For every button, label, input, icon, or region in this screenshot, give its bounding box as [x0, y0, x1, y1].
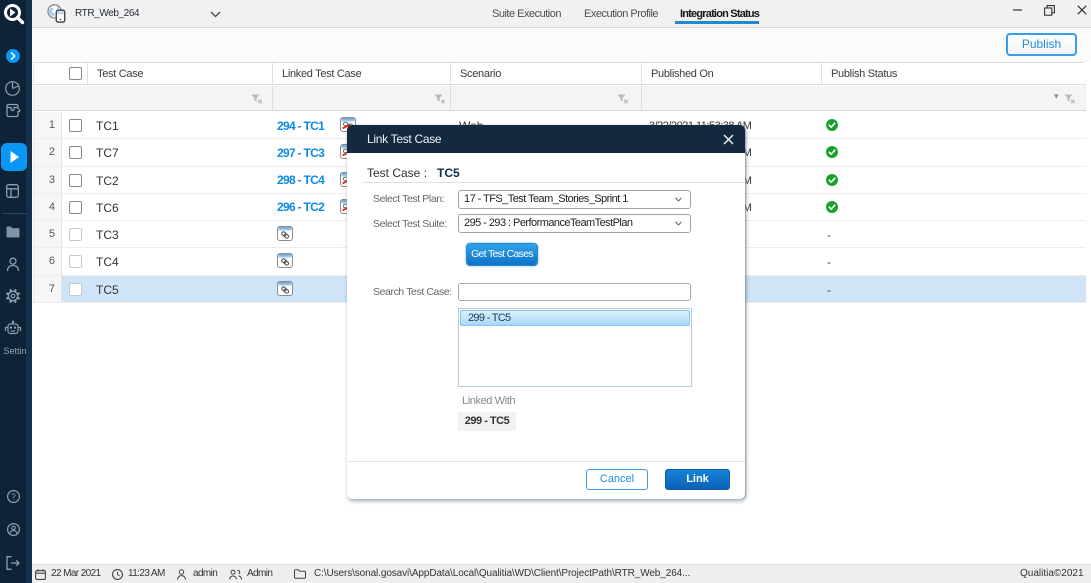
- svg-text:?: ?: [11, 492, 16, 501]
